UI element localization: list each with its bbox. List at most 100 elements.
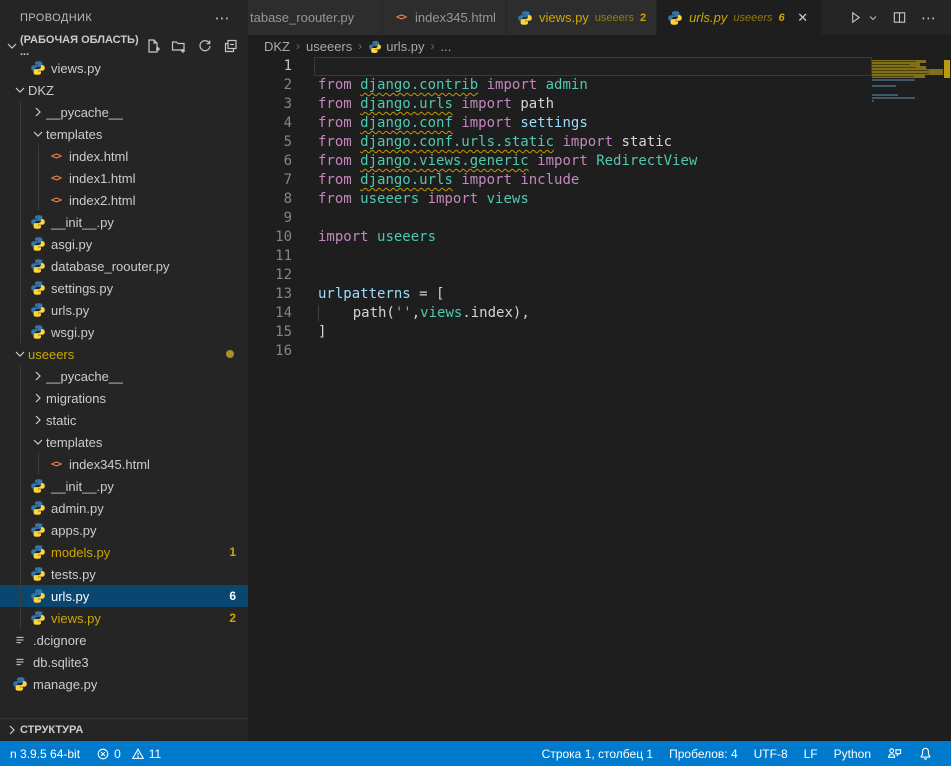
cursor-position[interactable]: Строка 1, столбец 1 (534, 741, 661, 766)
refresh-button[interactable] (196, 37, 214, 55)
tree-item-views-py[interactable]: views.py (0, 57, 248, 79)
tree-item-urls-py[interactable]: urls.py6 (0, 585, 248, 607)
problems-status[interactable]: 0 11 (88, 741, 169, 766)
html-icon: <> (48, 456, 64, 472)
breadcrumb-item[interactable]: urls.py (368, 39, 424, 54)
python-icon (30, 258, 46, 274)
tree-item--pycache-[interactable]: __pycache__ (0, 365, 248, 387)
explorer-more-actions-button[interactable]: ⋯ (209, 9, 236, 27)
tree-item-settings-py[interactable]: settings.py (0, 277, 248, 299)
tree-item-label: apps.py (51, 523, 97, 538)
python-interpreter-status[interactable]: n 3.9.5 64-bit (2, 741, 88, 766)
code-token (369, 229, 377, 245)
breadcrumb-label: DKZ (264, 39, 290, 54)
code-editor[interactable]: 12345678910111213141516 from django.cont… (248, 57, 951, 741)
run-button[interactable] (845, 8, 865, 28)
code-token (352, 153, 360, 169)
tree-item--init-py[interactable]: __init__.py (0, 211, 248, 233)
tab-problems-badge: 6 (779, 12, 785, 24)
tree-item--dcignore[interactable]: .dcignore (0, 629, 248, 651)
collapse-all-button[interactable] (222, 37, 240, 55)
tree-item-dkz[interactable]: DKZ (0, 79, 248, 101)
tree-indent-guide (20, 101, 21, 343)
code-token (537, 77, 545, 93)
outline-section-label: СТРУКТУРА (20, 724, 83, 736)
tree-item-label: index1.html (69, 171, 135, 186)
tree-item-apps-py[interactable]: apps.py (0, 519, 248, 541)
tree-item-asgi-py[interactable]: asgi.py (0, 233, 248, 255)
tree-item--pycache-[interactable]: __pycache__ (0, 101, 248, 123)
code-line (318, 247, 697, 266)
python-icon (368, 39, 382, 53)
tree-item--init-py[interactable]: __init__.py (0, 475, 248, 497)
code-token: '' (395, 305, 412, 321)
run-dropdown[interactable] (867, 8, 879, 28)
tree-item-database-roouter-py[interactable]: database_roouter.py (0, 255, 248, 277)
code-token: django.views.generic (360, 153, 529, 169)
tab-description: useeers (733, 12, 772, 24)
tab-tabase-roouter-py[interactable]: tabase_roouter.py (248, 0, 383, 35)
tree-item-tests-py[interactable]: tests.py (0, 563, 248, 585)
eol[interactable]: LF (796, 741, 826, 766)
feedback-button[interactable] (879, 741, 910, 766)
tree-item-useeers[interactable]: useeers (0, 343, 248, 365)
error-count: 0 (114, 747, 121, 761)
line-number: 16 (248, 342, 292, 361)
tab-label: urls.py (689, 10, 727, 25)
code-token: , (412, 305, 420, 321)
code-token (352, 191, 360, 207)
tree-item-label: models.py (51, 545, 110, 560)
close-icon[interactable]: ✕ (795, 10, 811, 26)
encoding[interactable]: UTF-8 (746, 741, 796, 766)
chevron-right-icon (30, 412, 46, 428)
tree-item-manage-py[interactable]: manage.py (0, 673, 248, 695)
code-token: useeers (377, 229, 436, 245)
breadcrumb-item[interactable]: useeers (306, 39, 352, 54)
tree-item-label: templates (46, 127, 102, 142)
breadcrumb-item[interactable]: ... (441, 39, 452, 54)
tree-item-wsgi-py[interactable]: wsgi.py (0, 321, 248, 343)
code-token: path (520, 96, 554, 112)
breadcrumb-label: ... (441, 39, 452, 54)
breadcrumb-label: useeers (306, 39, 352, 54)
tree-item-templates[interactable]: templates (0, 431, 248, 453)
tree-item-migrations[interactable]: migrations (0, 387, 248, 409)
tab-urls-py[interactable]: urls.py useeers 6 ✕ (657, 0, 822, 35)
new-folder-button[interactable] (170, 37, 188, 55)
code-line: from django.views.generic import Redirec… (318, 152, 697, 171)
more-actions-button[interactable]: ⋯ (919, 8, 939, 28)
code-token: = [ (411, 286, 445, 302)
tab-views-py[interactable]: views.pyuseeers2 (507, 0, 657, 35)
chevron-down-icon (12, 82, 28, 98)
split-editor-button[interactable] (889, 8, 909, 28)
tree-item-db-sqlite3[interactable]: db.sqlite3 (0, 651, 248, 673)
bell-button[interactable] (910, 741, 941, 766)
tree-item-static[interactable]: static (0, 409, 248, 431)
workspace-section-header[interactable]: (РАБОЧАЯ ОБЛАСТЬ) ... (0, 35, 248, 57)
tree-item-models-py[interactable]: models.py1 (0, 541, 248, 563)
breadcrumb-separator: › (290, 39, 306, 53)
tree-item-admin-py[interactable]: admin.py (0, 497, 248, 519)
code-token (588, 153, 596, 169)
tab-index345-html[interactable]: <>index345.html (383, 0, 507, 35)
code-line: from django.urls import path (318, 95, 697, 114)
tree-item-label: index.html (69, 149, 128, 164)
tree-item-urls-py[interactable]: urls.py (0, 299, 248, 321)
code-line: from useeers import views (318, 190, 697, 209)
code-token: from (318, 96, 352, 112)
outline-section-header[interactable]: СТРУКТУРА (0, 718, 248, 741)
breadcrumb: DKZ›useeers›urls.py›... (248, 35, 951, 57)
status-bar-right: Строка 1, столбец 1Пробелов: 4UTF-8LFPyt… (534, 741, 951, 766)
code-line: from django.conf.urls.static import stat… (318, 133, 697, 152)
code-token: path( (353, 305, 395, 321)
tree-item-views-py[interactable]: views.py2 (0, 607, 248, 629)
language-mode[interactable]: Python (826, 741, 879, 766)
breadcrumb-item[interactable]: DKZ (264, 39, 290, 54)
code-token: RedirectView (596, 153, 697, 169)
code-token: from (318, 77, 352, 93)
new-file-button[interactable] (144, 37, 162, 55)
indentation[interactable]: Пробелов: 4 (661, 741, 746, 766)
tree-item-templates[interactable]: templates (0, 123, 248, 145)
line-number: 15 (248, 323, 292, 342)
minimap[interactable] (872, 57, 943, 105)
